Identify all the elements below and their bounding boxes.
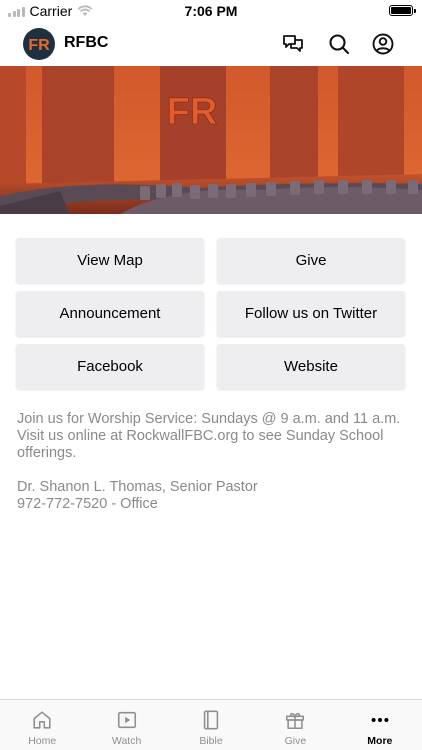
profile-icon[interactable] bbox=[371, 32, 395, 56]
pastor-name: Dr. Shanon L. Thomas, Senior Pastor bbox=[17, 479, 258, 495]
tab-home[interactable]: Home bbox=[0, 700, 84, 750]
status-bar: Carrier 7:06 PM bbox=[0, 0, 422, 22]
view-map-button[interactable]: View Map bbox=[16, 238, 204, 283]
worship-times-text: Join us for Worship Service: Sundays @ 9… bbox=[17, 411, 401, 427]
facebook-button[interactable]: Facebook bbox=[16, 344, 204, 389]
action-button-grid: View Map Give Announcement Follow us on … bbox=[16, 238, 406, 389]
more-icon bbox=[371, 717, 389, 723]
tab-watch-label: Watch bbox=[111, 735, 142, 747]
give-button[interactable]: Give bbox=[217, 238, 405, 283]
app-header: FR RFBC bbox=[0, 22, 422, 66]
chat-icon[interactable] bbox=[281, 32, 305, 56]
sanctuary-sign: FR bbox=[167, 91, 218, 133]
tab-watch[interactable]: Watch bbox=[84, 700, 168, 750]
status-time: 7:06 PM bbox=[184, 3, 238, 19]
sunday-school-text: offerings. bbox=[17, 445, 77, 461]
tab-bar: Home Watch Bible Give More bbox=[0, 699, 422, 750]
tab-home-label: Home bbox=[28, 735, 57, 747]
church-logo: FR bbox=[23, 28, 55, 60]
announcement-button[interactable]: Announcement bbox=[16, 291, 204, 336]
tab-give-label: Give bbox=[284, 735, 307, 747]
battery-icon bbox=[389, 5, 416, 16]
home-icon bbox=[33, 711, 51, 729]
tab-bible-label: Bible bbox=[199, 735, 223, 747]
tab-more-label: More bbox=[367, 735, 393, 747]
play-icon bbox=[117, 711, 136, 729]
website-text: Visit us online at RockwallFBC.org to se… bbox=[17, 428, 384, 444]
tab-more[interactable]: More bbox=[338, 700, 422, 750]
gift-icon bbox=[286, 712, 305, 730]
tab-bible[interactable]: Bible bbox=[169, 700, 253, 750]
hero-image: FR bbox=[0, 66, 422, 214]
search-icon[interactable] bbox=[327, 32, 351, 56]
twitter-button[interactable]: Follow us on Twitter bbox=[217, 291, 405, 336]
office-phone: 972-772-7520 - Office bbox=[17, 496, 158, 512]
website-button[interactable]: Website bbox=[217, 344, 405, 389]
tab-give[interactable]: Give bbox=[253, 700, 337, 750]
church-info: Join us for Worship Service: Sundays @ 9… bbox=[17, 411, 409, 513]
app-title: RFBC bbox=[64, 34, 109, 51]
book-icon bbox=[203, 710, 219, 730]
svg-text:FR: FR bbox=[28, 37, 50, 53]
